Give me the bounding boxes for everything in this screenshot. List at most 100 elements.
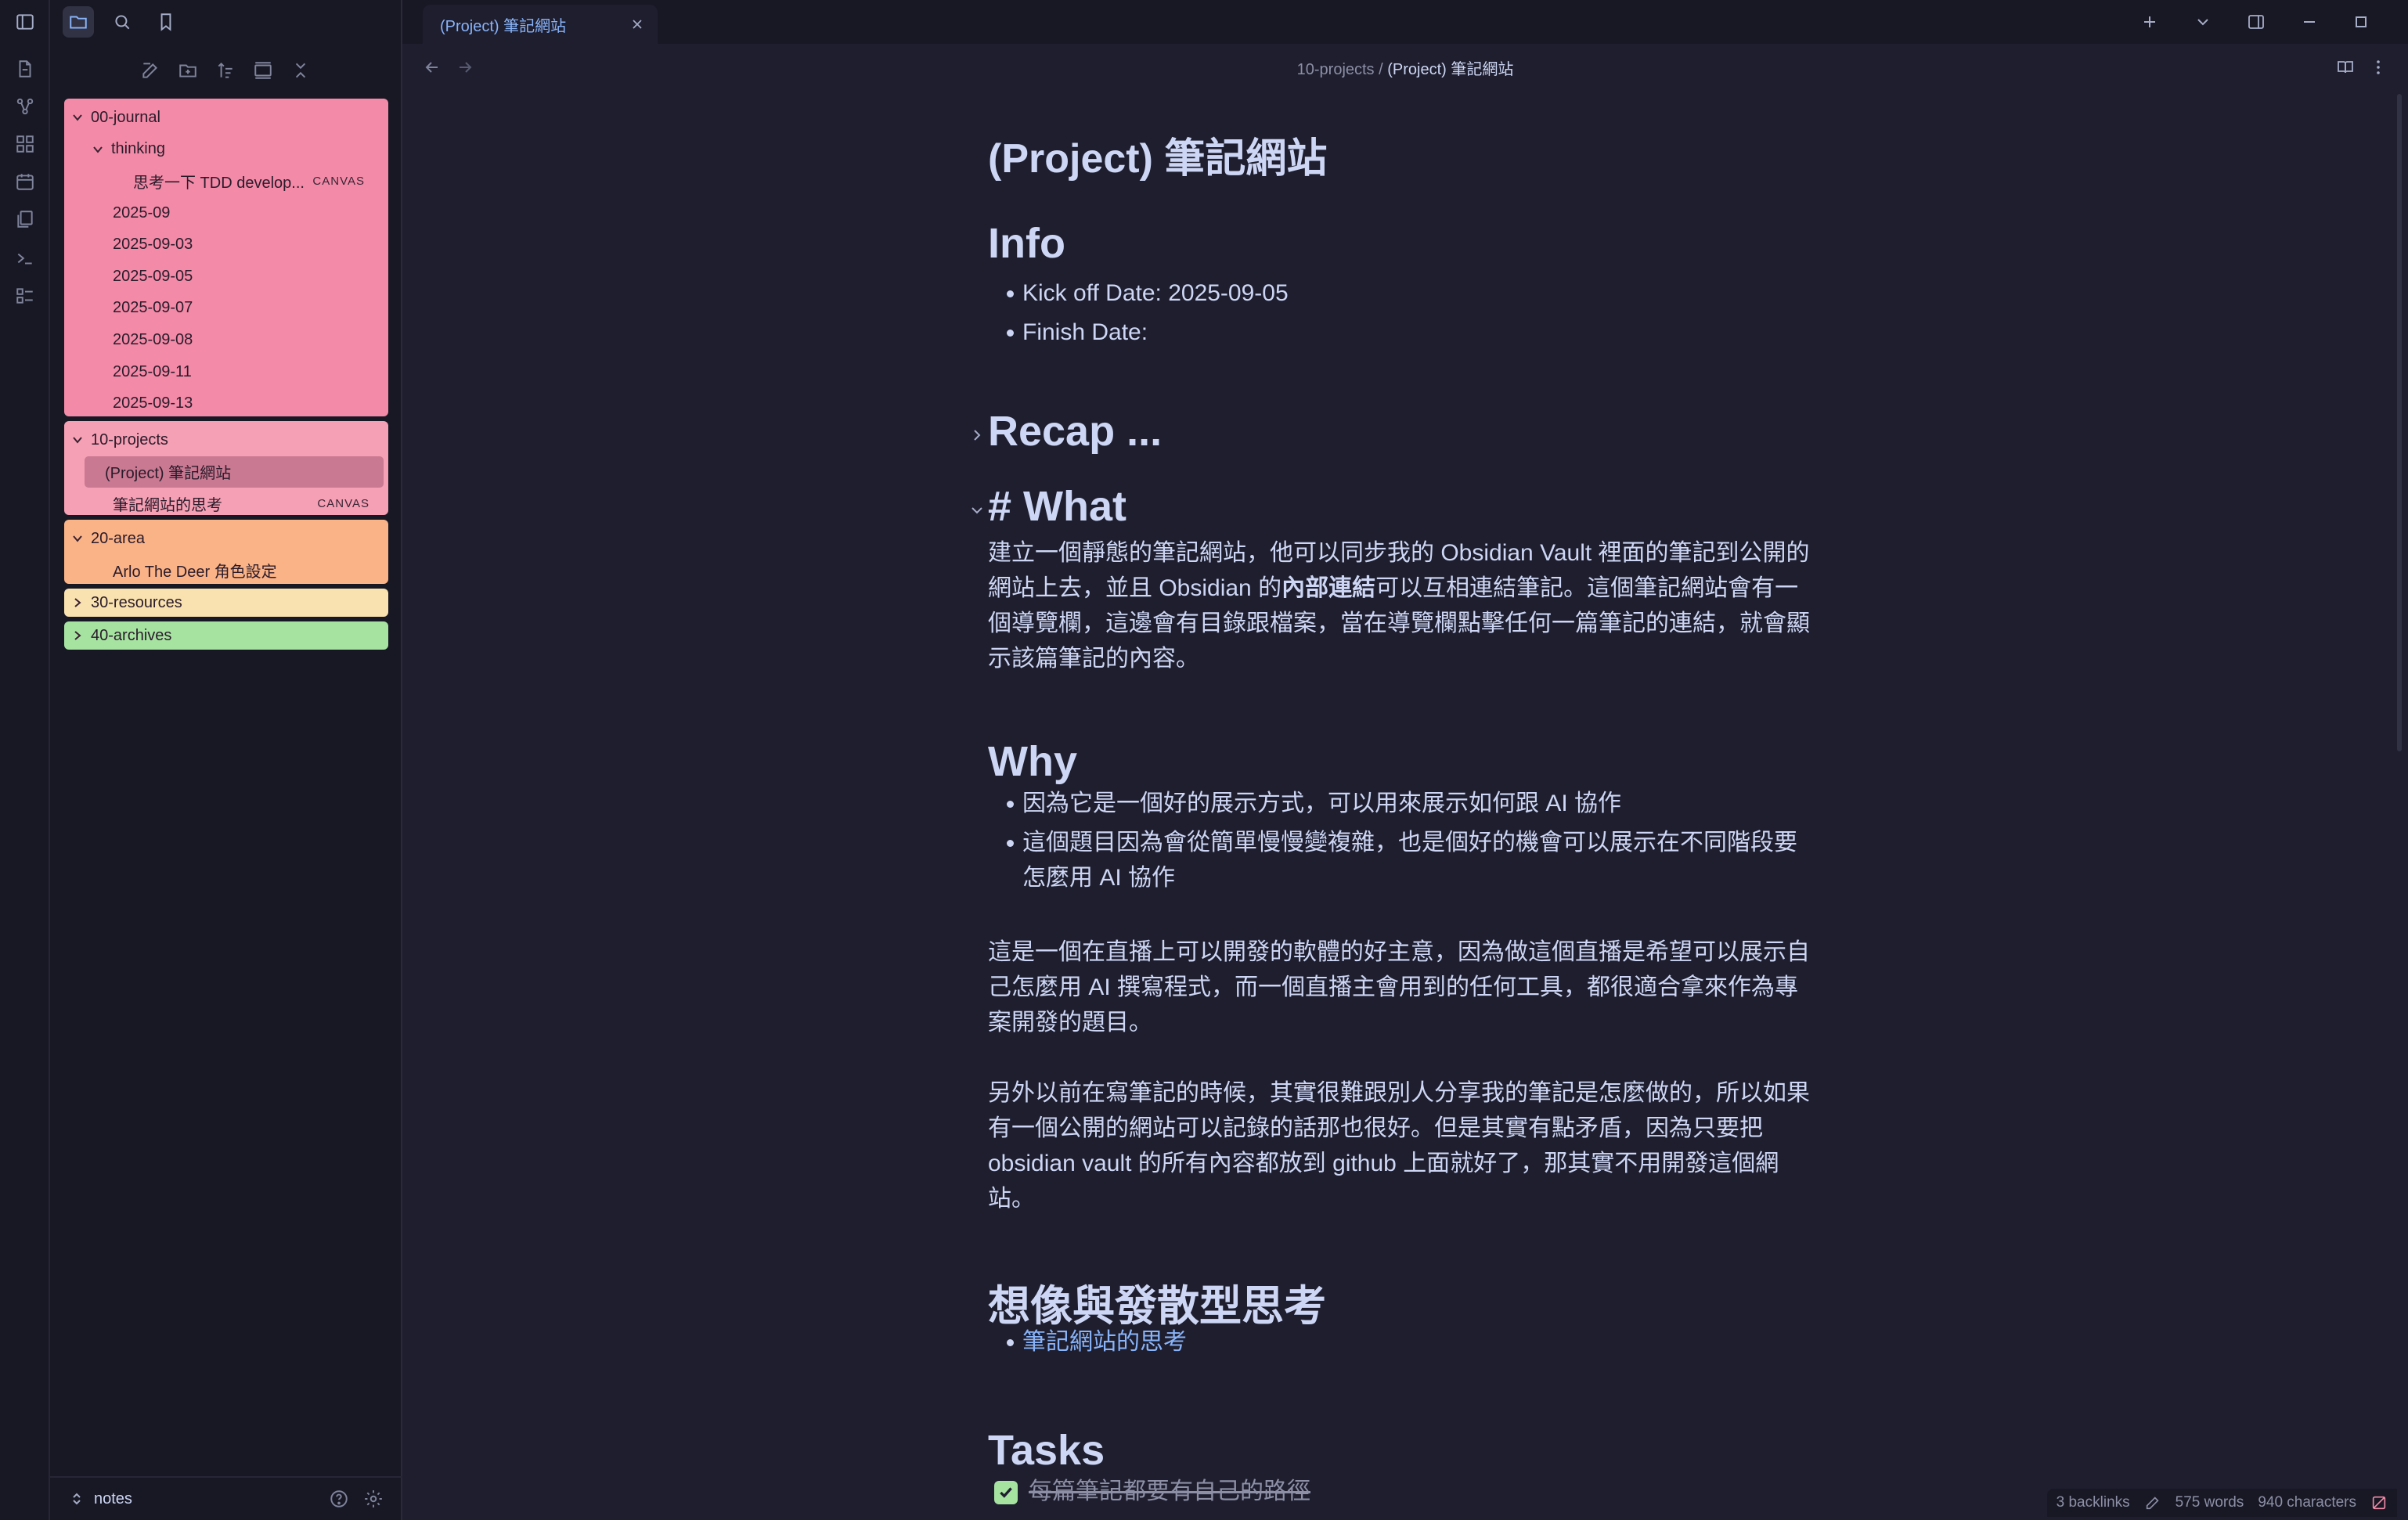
- finish-date-text: Finish Date:: [1022, 319, 1148, 345]
- command-palette-icon[interactable]: [11, 244, 39, 272]
- folder-30-resources: 30-resources: [64, 589, 388, 617]
- right-sidebar-toggle-icon[interactable]: [2242, 8, 2270, 36]
- file-row[interactable]: Arlo The Deer 角色設定: [64, 555, 388, 587]
- list-item[interactable]: 筆記網站的思考: [1004, 1324, 1818, 1360]
- file-label: 2025-09-08: [113, 330, 193, 348]
- bookmarks-tab-icon[interactable]: [150, 6, 182, 38]
- vault-name[interactable]: notes: [94, 1490, 132, 1508]
- folder-row-00-journal[interactable]: 00-journal: [64, 102, 388, 134]
- list-item[interactable]: 因為它是一個好的展示方式，可以用來展示如何跟 AI 協作: [1004, 786, 1818, 821]
- folder-label: 00-journal: [91, 108, 160, 126]
- internal-link[interactable]: 筆記網站的思考: [1004, 1324, 1818, 1360]
- maximize-icon[interactable]: [2347, 8, 2375, 36]
- heading-info[interactable]: Info: [988, 219, 1065, 268]
- new-note-icon[interactable]: [136, 56, 164, 85]
- file-row-active[interactable]: (Project) 筆記網站: [85, 456, 384, 488]
- folder-40-archives: 40-archives: [64, 621, 388, 650]
- folder-label: thinking: [111, 140, 165, 158]
- chevron-down-icon: [91, 142, 105, 157]
- file-row[interactable]: 2025-09-05: [64, 261, 388, 293]
- task-text: 每篇筆記都要有自己的路徑: [1029, 1479, 1310, 1504]
- more-options-icon[interactable]: [2366, 55, 2391, 80]
- backlinks-count[interactable]: 3 backlinks: [2057, 1494, 2130, 1511]
- heading-recap[interactable]: Recap ...: [988, 407, 1162, 456]
- minimize-icon[interactable]: [2295, 8, 2323, 36]
- paragraph-why-1[interactable]: 這是一個在直播上可以開發的軟體的好主意，因為做這個直播是希望可以展示自己怎麼用 …: [988, 935, 1818, 1040]
- auto-reveal-icon[interactable]: [249, 56, 277, 85]
- obsidian-window: 00-journal thinking 思考一下 TDD develop... …: [0, 0, 2408, 1520]
- file-row[interactable]: 2025-09-13: [64, 387, 388, 420]
- note-title[interactable]: (Project) 筆記網站: [988, 125, 1327, 184]
- folder-row-thinking[interactable]: thinking: [64, 134, 388, 166]
- templates-icon[interactable]: [11, 205, 39, 233]
- graph-icon[interactable]: [11, 92, 39, 121]
- chevron-down-icon: [70, 110, 85, 124]
- list-item[interactable]: 這個題目因為會從簡單慢慢變複雜，也是個好的機會可以展示在不同階段要怎麼用 AI …: [1004, 825, 1818, 895]
- breadcrumb-folder[interactable]: 10-projects: [1297, 61, 1375, 78]
- new-tab-plus-icon[interactable]: [2136, 8, 2164, 36]
- file-row[interactable]: 2025-09-03: [64, 229, 388, 261]
- sort-icon[interactable]: [211, 56, 240, 85]
- folder-row-30-resources[interactable]: 30-resources: [64, 589, 388, 617]
- file-label: 思考一下 TDD develop...: [133, 174, 305, 192]
- chevron-updown-icon[interactable]: [69, 1491, 85, 1507]
- file-label: 2025-09-03: [113, 236, 193, 254]
- file-row[interactable]: 2025-09-11: [64, 356, 388, 388]
- bullet-dot: [1007, 801, 1014, 808]
- file-label: (Project) 筆記網站: [105, 465, 232, 483]
- settings-gear-icon[interactable]: [362, 1487, 385, 1511]
- file-row[interactable]: 2025-09: [64, 197, 388, 229]
- folder-row-10-projects[interactable]: 10-projects: [64, 424, 388, 456]
- fold-chevron-down-icon[interactable]: [969, 502, 985, 518]
- new-note-icon[interactable]: [11, 55, 39, 83]
- file-row[interactable]: 2025-09-08: [64, 324, 388, 356]
- new-folder-icon[interactable]: [174, 56, 202, 85]
- sync-off-icon[interactable]: [2370, 1494, 2388, 1511]
- ribbon: [0, 0, 50, 1520]
- heading-why[interactable]: Why: [988, 737, 1077, 786]
- status-bar: 3 backlinks 575 words 940 characters: [2046, 1489, 2397, 1517]
- reading-view-book-icon[interactable]: [2333, 55, 2358, 80]
- sidebar-toggle-icon[interactable]: [11, 8, 39, 36]
- chevron-down-icon: [70, 433, 85, 447]
- file-label: 筆記網站的思考: [113, 496, 222, 514]
- canvas-badge: CANVAS: [317, 496, 369, 510]
- files-tab-icon[interactable]: [63, 6, 94, 38]
- window-close-icon[interactable]: [2400, 8, 2408, 36]
- task-item-done[interactable]: 每篇筆記都要有自己的路徑: [994, 1476, 1310, 1507]
- heading-what[interactable]: # What: [988, 482, 1126, 531]
- collapse-all-icon[interactable]: [287, 56, 315, 85]
- file-row[interactable]: 2025-09-07: [64, 293, 388, 325]
- editor-scrollbar[interactable]: [2397, 94, 2402, 751]
- folder-label: 10-projects: [91, 430, 168, 448]
- file-label: 2025-09: [113, 204, 171, 222]
- file-label: 2025-09-07: [113, 299, 193, 317]
- tab-active[interactable]: (Project) 筆記網站: [423, 5, 658, 44]
- list-item[interactable]: Kick off Date: 2025-09-05: [1004, 276, 1818, 311]
- tab-list-chevron-down-icon[interactable]: [2189, 8, 2217, 36]
- file-label: Arlo The Deer 角色設定: [113, 564, 277, 582]
- fold-chevron-right-icon[interactable]: [969, 427, 985, 443]
- file-label: 2025-09-13: [113, 394, 193, 412]
- heading-tasks[interactable]: Tasks: [988, 1426, 1105, 1475]
- kanban-icon[interactable]: [11, 282, 39, 310]
- list-item[interactable]: Finish Date:: [1004, 315, 1818, 350]
- calendar-icon[interactable]: [11, 167, 39, 196]
- search-tab-icon[interactable]: [106, 6, 138, 38]
- folder-20-area: 20-area Arlo The Deer 角色設定: [64, 520, 388, 584]
- checkbox-checked-icon[interactable]: [994, 1481, 1018, 1504]
- paragraph-what[interactable]: 建立一個靜態的筆記網站，他可以同步我的 Obsidian Vault 裡面的筆記…: [988, 535, 1818, 676]
- breadcrumb-current[interactable]: (Project) 筆記網站: [1387, 61, 1513, 78]
- folder-00-journal: 00-journal thinking 思考一下 TDD develop... …: [64, 99, 388, 416]
- edit-pencil-icon[interactable]: [2144, 1494, 2161, 1511]
- word-count: 575 words: [2175, 1494, 2244, 1511]
- help-icon[interactable]: [327, 1487, 351, 1511]
- paragraph-why-2[interactable]: 另外以前在寫筆記的時候，其實很難跟別人分享我的筆記是怎麼做的，所以如果有一個公開…: [988, 1075, 1818, 1216]
- folder-row-20-area[interactable]: 20-area: [64, 523, 388, 555]
- file-row-canvas[interactable]: 思考一下 TDD develop... CANVAS: [64, 165, 388, 197]
- folder-row-40-archives[interactable]: 40-archives: [64, 621, 388, 650]
- file-row-canvas[interactable]: 筆記網站的思考 CANVAS: [64, 488, 388, 520]
- canvas-icon[interactable]: [11, 130, 39, 158]
- close-icon[interactable]: [628, 15, 647, 34]
- kickoff-date-text: Kick off Date: 2025-09-05: [1022, 280, 1289, 306]
